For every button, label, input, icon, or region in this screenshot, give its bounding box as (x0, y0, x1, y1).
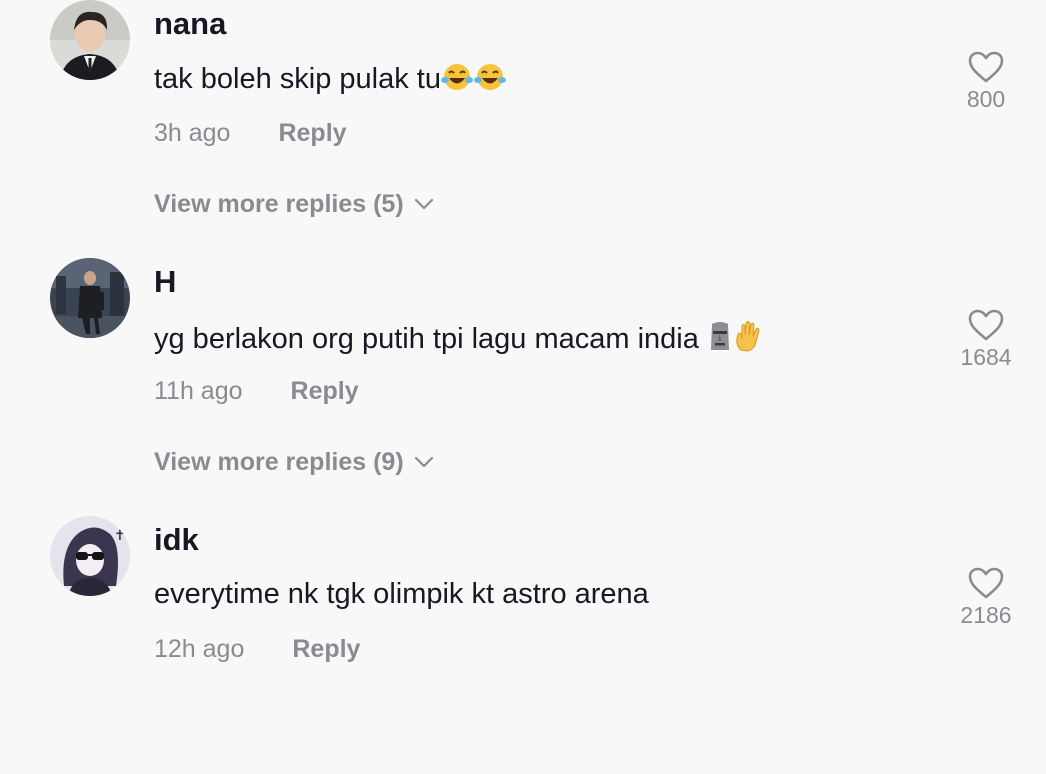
heart-icon (968, 567, 1004, 599)
comment-text: yg berlakon org putih tpi lagu macam ind… (154, 320, 765, 360)
view-more-replies-button[interactable]: View more replies (9) (154, 448, 434, 477)
comment-item: nana tak boleh skip pulak tu 3h ago Reply… (0, 0, 1046, 258)
comment-meta: 11h ago Reply (154, 377, 359, 406)
comment-text-content: tak boleh skip pulak tu (154, 63, 441, 95)
comment-time: 3h ago (154, 119, 231, 147)
reply-button[interactable]: Reply (292, 635, 360, 663)
comment-text: everytime nk tgk olimpik kt astro arena (154, 578, 649, 611)
heart-icon (968, 309, 1004, 341)
raised-hand-emoji-icon (733, 320, 765, 360)
comment-text-content: everytime nk tgk olimpik kt astro arena (154, 578, 649, 610)
like-count: 800 (966, 86, 1006, 112)
avatar-illustration-idk: ✝ (50, 516, 130, 596)
comment-meta: 12h ago Reply (154, 635, 360, 664)
comment-time: 11h ago (154, 377, 243, 405)
moai-emoji-icon (707, 320, 733, 360)
avatar[interactable]: ✝ (50, 516, 130, 596)
reply-button[interactable]: Reply (291, 377, 359, 405)
like-button[interactable]: 800 (946, 50, 1026, 113)
comment-item: H yg berlakon org putih tpi lagu macam i… (0, 258, 1046, 516)
comment-meta: 3h ago Reply (154, 119, 347, 148)
avatar[interactable] (50, 0, 130, 80)
svg-text:✝: ✝ (114, 528, 126, 544)
view-more-replies-label: View more replies (5) (154, 190, 404, 218)
tears-of-joy-emoji-icon (440, 62, 474, 100)
like-count: 2186 (960, 602, 1012, 628)
chevron-down-icon (414, 456, 433, 468)
username[interactable]: idk (154, 522, 199, 558)
tears-of-joy-emoji-icon (473, 62, 507, 100)
heart-icon (968, 51, 1004, 83)
like-count: 1684 (960, 344, 1012, 370)
username[interactable]: H (154, 264, 176, 300)
like-button[interactable]: 2186 (946, 566, 1026, 629)
avatar-photo-nana (50, 0, 130, 80)
avatar[interactable] (50, 258, 130, 338)
view-more-replies-button[interactable]: View more replies (5) (154, 190, 434, 219)
comment-item: ✝ idk everytime nk tgk olimpik kt astro … (0, 516, 1046, 774)
view-more-replies-label: View more replies (9) (154, 448, 404, 476)
chevron-down-icon (414, 198, 433, 210)
comment-text: tak boleh skip pulak tu (154, 62, 507, 100)
comment-text-content: yg berlakon org putih tpi lagu macam ind… (154, 323, 707, 355)
comment-time: 12h ago (154, 635, 245, 663)
like-button[interactable]: 1684 (946, 308, 1026, 371)
username[interactable]: nana (154, 6, 226, 42)
reply-button[interactable]: Reply (278, 119, 346, 147)
avatar-photo-h (50, 258, 130, 338)
